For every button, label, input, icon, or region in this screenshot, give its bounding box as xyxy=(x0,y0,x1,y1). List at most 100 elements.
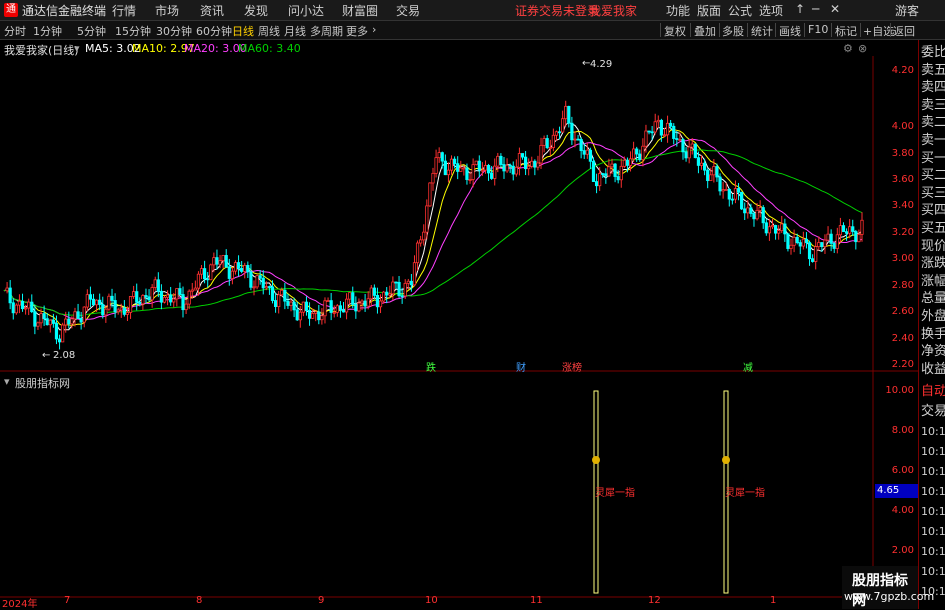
candle-body xyxy=(820,242,824,247)
candle-body xyxy=(190,289,194,292)
candle-body xyxy=(681,139,685,153)
candle-body xyxy=(706,169,710,182)
candle-body xyxy=(425,205,429,233)
candle-body xyxy=(764,222,768,234)
candle-body xyxy=(811,258,815,262)
candle-body xyxy=(628,158,633,166)
candle-body xyxy=(267,286,272,288)
candle-body xyxy=(221,255,225,262)
candle-body xyxy=(851,226,855,232)
x-tick: 8 xyxy=(196,595,203,606)
signal-label[interactable]: 涨榜 xyxy=(562,359,582,374)
candle-body xyxy=(246,265,250,273)
candle-body xyxy=(329,300,333,313)
candle-body xyxy=(61,324,65,343)
candle-body xyxy=(261,277,265,289)
price-tick: 2.20 xyxy=(891,359,914,370)
candle-body xyxy=(740,191,744,210)
candle-body xyxy=(542,138,546,146)
candle-body xyxy=(236,262,241,269)
sub-panel-toggle-icon[interactable]: ▾ xyxy=(4,375,10,388)
candle-body xyxy=(135,291,139,303)
x-tick: 12 xyxy=(648,595,661,606)
candle-body xyxy=(54,323,59,340)
sub-panel-title: 股朋指标网 xyxy=(15,377,70,390)
candle-body xyxy=(57,338,62,343)
candle-body xyxy=(508,164,512,167)
candle-body xyxy=(116,309,120,313)
candle-body xyxy=(165,294,170,298)
candle-body xyxy=(468,179,472,181)
candle-body xyxy=(70,318,74,325)
candle-body xyxy=(860,219,864,235)
candle-body xyxy=(693,143,697,159)
candle-body xyxy=(490,172,494,179)
quote-panel-label: 换手 xyxy=(921,326,945,342)
candle-body xyxy=(780,223,784,232)
candle-body xyxy=(749,207,753,214)
candle-body xyxy=(755,210,759,220)
candle-body xyxy=(360,300,364,304)
candle-body xyxy=(295,309,299,321)
candle-body xyxy=(320,315,324,321)
kline-chart[interactable] xyxy=(0,0,918,609)
candle-body xyxy=(499,155,503,165)
candle-body xyxy=(382,291,386,302)
candle-body xyxy=(702,162,707,171)
candle-body xyxy=(786,233,790,249)
watermark-url: www.7gpzb.com xyxy=(844,590,935,603)
candle-body xyxy=(67,318,71,325)
quote-panel-label: 买一 xyxy=(921,150,945,166)
candle-body xyxy=(675,138,679,140)
signal-label[interactable]: 财 xyxy=(516,359,526,374)
indicator-annotation: 灵犀一指 xyxy=(725,488,765,499)
trade-time: 10:18 xyxy=(921,445,945,458)
candle-body xyxy=(638,153,642,161)
candle-body xyxy=(517,153,522,168)
candle-body xyxy=(138,301,142,305)
candle-body xyxy=(307,309,312,319)
candle-body xyxy=(644,130,648,147)
candle-body xyxy=(391,281,395,295)
candle-body xyxy=(480,169,484,172)
candle-body xyxy=(672,125,676,139)
candle-body xyxy=(582,150,586,155)
signal-label[interactable]: 跌 xyxy=(426,359,436,374)
candle-body xyxy=(767,226,772,234)
candle-body xyxy=(88,294,93,300)
candle-body xyxy=(721,189,725,192)
candle-body xyxy=(548,147,552,149)
candle-body xyxy=(128,296,133,313)
candle-body xyxy=(249,271,253,288)
candle-body xyxy=(493,165,497,179)
quote-panel-label: 买五 xyxy=(921,221,945,236)
candle-body xyxy=(699,162,704,166)
candle-body xyxy=(823,239,827,247)
candle-body xyxy=(462,167,466,170)
candle-body xyxy=(601,173,605,175)
candle-body xyxy=(465,167,469,180)
candle-body xyxy=(832,242,836,249)
candle-body xyxy=(653,121,657,133)
candle-body xyxy=(761,207,765,224)
candle-body xyxy=(817,242,821,248)
price-axis: 4.20 4.00 3.80 3.60 3.40 3.20 3.00 2.80 … xyxy=(874,56,918,371)
candle-body xyxy=(848,226,852,234)
candle-body xyxy=(520,153,525,158)
candle-body xyxy=(770,225,775,228)
quote-panel-label: 外盘 xyxy=(921,309,945,324)
quote-panel-label[interactable]: 自动 xyxy=(921,385,945,399)
trade-time: 10:18 xyxy=(921,425,945,438)
candle-body xyxy=(14,304,18,314)
candle-body xyxy=(564,105,568,120)
candle-body xyxy=(400,295,404,298)
high-marker-arrow: ← xyxy=(582,58,591,69)
trade-time: 10:18 xyxy=(921,565,945,578)
signal-label[interactable]: 减 xyxy=(743,359,753,374)
candle-body xyxy=(474,160,478,166)
candle-body xyxy=(169,294,173,303)
candle-body xyxy=(406,280,410,284)
candle-body xyxy=(113,300,117,313)
x-tick: 9 xyxy=(318,595,325,606)
trade-time: 10:18 xyxy=(921,545,945,558)
